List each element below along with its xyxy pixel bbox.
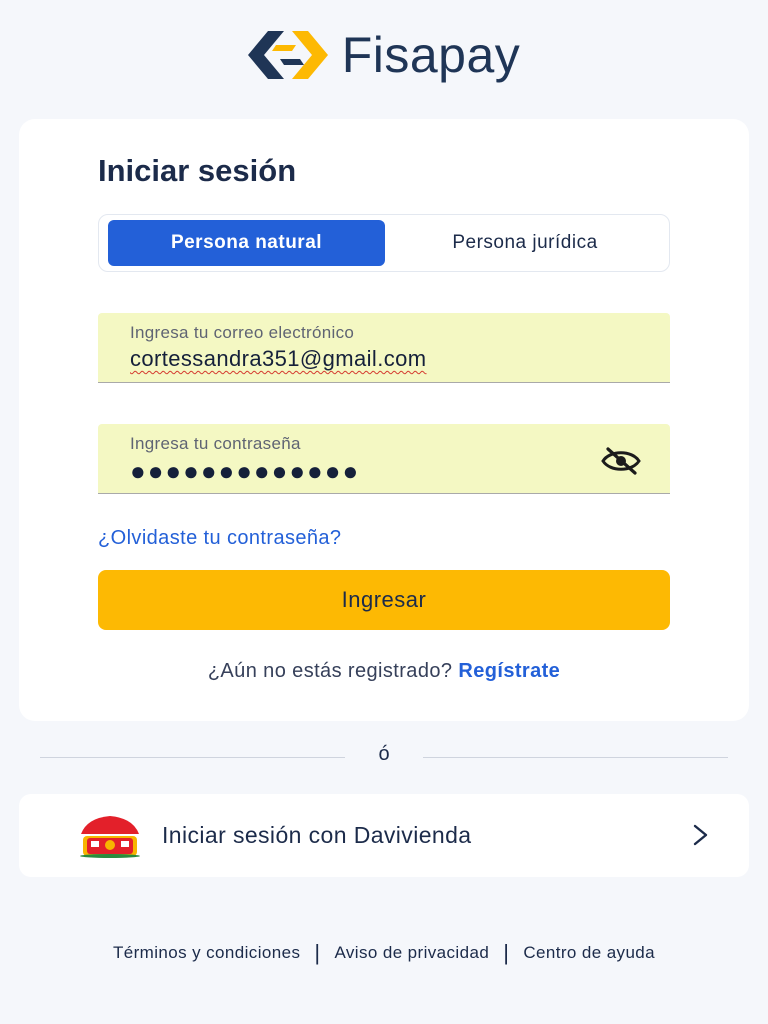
forgot-password-link[interactable]: ¿Olvidaste tu contraseña? bbox=[98, 527, 341, 550]
register-link[interactable]: Regístrate bbox=[458, 660, 560, 682]
davivienda-house-icon bbox=[79, 816, 141, 858]
fisapay-logo-icon bbox=[247, 31, 328, 79]
davivienda-login-button[interactable]: Iniciar sesión con Davivienda bbox=[19, 794, 749, 877]
footer-separator: | bbox=[503, 940, 510, 965]
login-card: Iniciar sesión Persona natural Persona j… bbox=[19, 119, 749, 721]
terms-link[interactable]: Términos y condiciones bbox=[113, 943, 300, 963]
password-field[interactable]: Ingresa tu contraseña ●●●●●●●●●●●●● bbox=[98, 424, 670, 494]
page-title: Iniciar sesión bbox=[98, 153, 297, 188]
password-value[interactable]: ●●●●●●●●●●●●● bbox=[130, 458, 360, 484]
tab-persona-juridica[interactable]: Persona jurídica bbox=[390, 220, 660, 266]
help-center-link[interactable]: Centro de ayuda bbox=[523, 943, 655, 963]
brand-name: Fisapay bbox=[341, 27, 521, 83]
divider-line-left bbox=[40, 757, 345, 758]
davivienda-label: Iniciar sesión con Davivienda bbox=[162, 822, 472, 848]
divider-text: ó bbox=[378, 743, 390, 765]
footer-separator: | bbox=[314, 940, 321, 965]
password-label: Ingresa tu contraseña bbox=[130, 434, 301, 453]
chevron-right-icon bbox=[693, 824, 708, 846]
brand-logo: Fisapay bbox=[0, 26, 768, 84]
eye-off-icon[interactable] bbox=[600, 446, 642, 476]
divider-line-right bbox=[423, 757, 728, 758]
privacy-link[interactable]: Aviso de privacidad bbox=[334, 943, 489, 963]
register-text: ¿Aún no estás registrado? bbox=[207, 660, 453, 682]
login-page: Fisapay Iniciar sesión Persona natural P… bbox=[0, 0, 768, 1024]
register-prompt: ¿Aún no estás registrado? Regístrate bbox=[19, 660, 749, 683]
email-value[interactable]: cortessandra351@gmail.com bbox=[130, 346, 426, 372]
person-type-switch: Persona natural Persona jurídica bbox=[98, 214, 670, 272]
footer-links: Términos y condiciones | Aviso de privac… bbox=[0, 940, 768, 966]
tab-persona-natural[interactable]: Persona natural bbox=[108, 220, 385, 266]
email-label: Ingresa tu correo electrónico bbox=[130, 323, 355, 342]
login-button[interactable]: Ingresar bbox=[98, 570, 670, 630]
email-field[interactable]: Ingresa tu correo electrónico cortessand… bbox=[98, 313, 670, 383]
